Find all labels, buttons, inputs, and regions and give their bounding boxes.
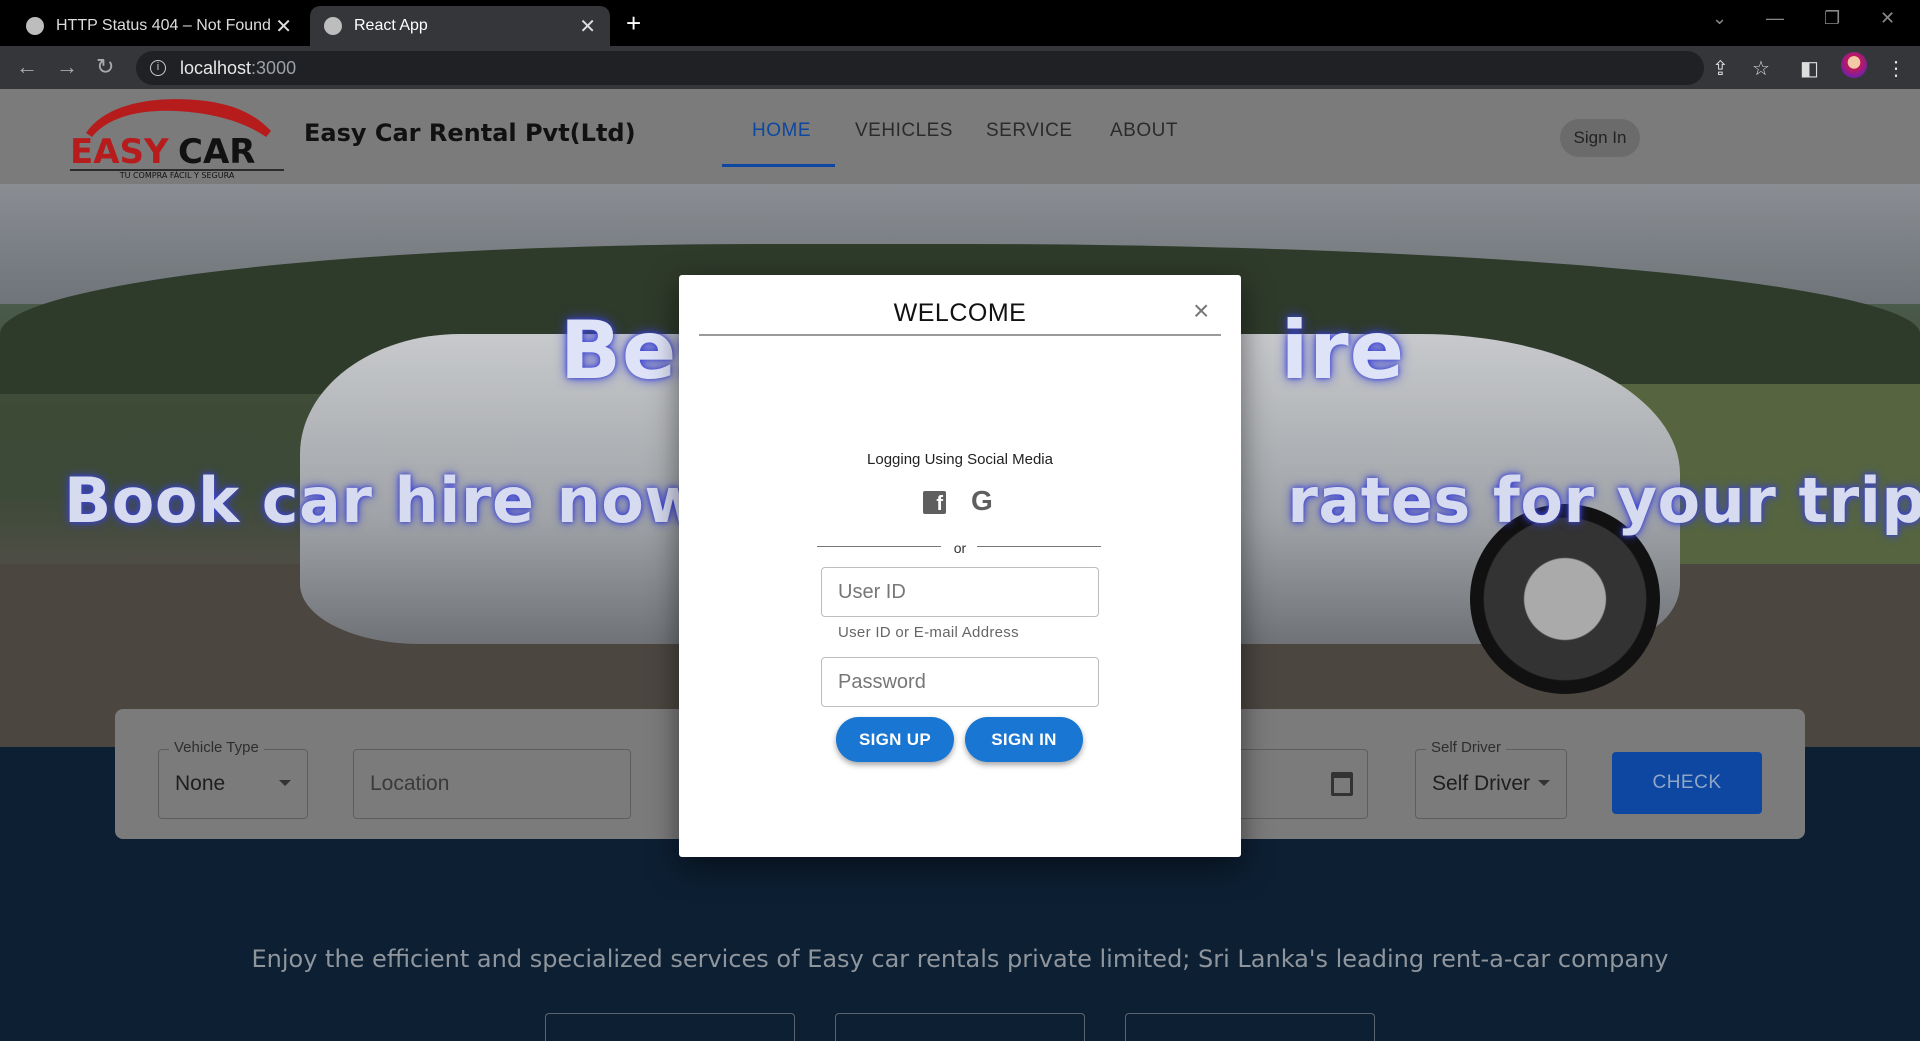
signin-button[interactable]: SIGN IN bbox=[965, 717, 1083, 762]
tab-title: React App bbox=[354, 17, 428, 34]
service-card bbox=[545, 1013, 795, 1041]
location-input[interactable]: Location bbox=[353, 749, 631, 819]
vehicle-type-select[interactable]: Vehicle Type None bbox=[158, 739, 308, 819]
close-window-icon[interactable]: ✕ bbox=[1880, 8, 1895, 29]
close-icon[interactable]: × bbox=[1193, 295, 1209, 327]
logo-tagline: TU COMPRA FÁCIL Y SEGURA bbox=[119, 169, 235, 180]
signup-button[interactable]: SIGN UP bbox=[836, 717, 954, 762]
driver-select[interactable]: Self Driver Self Driver bbox=[1415, 739, 1567, 819]
title-divider bbox=[699, 334, 1221, 336]
dropdown-caret-icon bbox=[1538, 780, 1550, 786]
userid-helper-text: User ID or E-mail Address bbox=[838, 624, 1019, 641]
driver-label: Self Driver bbox=[1426, 739, 1507, 757]
minimize-icon[interactable]: — bbox=[1766, 8, 1784, 29]
menu-kebab-icon[interactable]: ⋮ bbox=[1886, 56, 1906, 81]
header-signin-button[interactable]: Sign In bbox=[1560, 119, 1640, 157]
brand-name: Easy Car Rental Pvt(Ltd) bbox=[304, 119, 636, 147]
tagline: Enjoy the efficient and specialized serv… bbox=[251, 945, 1669, 973]
calendar-icon[interactable] bbox=[1331, 772, 1353, 796]
nav-home[interactable]: HOME bbox=[752, 120, 811, 142]
facebook-icon[interactable]: f bbox=[923, 491, 946, 515]
restore-icon[interactable]: ❐ bbox=[1824, 8, 1840, 29]
side-panel-icon[interactable]: ◧ bbox=[1800, 56, 1819, 81]
profile-avatar[interactable] bbox=[1841, 52, 1867, 78]
browser-tab-bar: HTTP Status 404 – Not Found ✕ React App … bbox=[0, 0, 1920, 46]
url-host: localhost bbox=[180, 57, 252, 78]
service-card bbox=[1125, 1013, 1375, 1041]
nav-about[interactable]: ABOUT bbox=[1110, 120, 1178, 142]
globe-icon bbox=[26, 17, 44, 35]
social-caption: Logging Using Social Media bbox=[867, 451, 1053, 468]
dropdown-caret-icon bbox=[279, 780, 291, 786]
url-port: :3000 bbox=[251, 57, 297, 78]
bookmark-star-icon[interactable]: ☆ bbox=[1752, 56, 1770, 81]
check-button[interactable]: CHECK bbox=[1612, 752, 1762, 814]
browser-tab-react-app[interactable]: React App ✕ bbox=[310, 6, 610, 46]
nav-vehicles[interactable]: VEHICLES bbox=[855, 120, 953, 142]
browser-tab-404[interactable]: HTTP Status 404 – Not Found ✕ bbox=[12, 6, 306, 46]
svg-text:CAR: CAR bbox=[178, 132, 255, 172]
date-input[interactable] bbox=[1235, 749, 1368, 819]
modal-title: WELCOME bbox=[893, 299, 1027, 327]
google-icon[interactable]: G bbox=[971, 485, 993, 517]
login-modal: WELCOME × Logging Using Social Media f G… bbox=[679, 275, 1241, 857]
or-divider-text: or bbox=[953, 540, 967, 556]
tab-title: HTTP Status 404 – Not Found bbox=[56, 17, 271, 34]
password-input[interactable]: Password bbox=[821, 657, 1099, 707]
address-bar[interactable]: i localhost:3000 bbox=[136, 51, 1704, 85]
globe-icon bbox=[324, 17, 342, 35]
tab-search-icon[interactable]: ⌄ bbox=[1712, 8, 1727, 29]
easy-car-logo[interactable]: EASY CAR TU COMPRA FÁCIL Y SEGURA bbox=[66, 93, 288, 181]
service-card bbox=[835, 1013, 1085, 1041]
userid-input[interactable]: User ID bbox=[821, 567, 1099, 617]
new-tab-icon[interactable]: + bbox=[626, 6, 641, 40]
share-icon[interactable]: ⇪ bbox=[1712, 56, 1729, 81]
site-header: EASY CAR TU COMPRA FÁCIL Y SEGURA Easy C… bbox=[0, 89, 1920, 184]
svg-text:EASY: EASY bbox=[70, 132, 169, 172]
nav-service[interactable]: SERVICE bbox=[986, 120, 1073, 142]
back-icon[interactable]: ← bbox=[16, 54, 38, 80]
nav-active-indicator bbox=[722, 164, 835, 167]
close-tab-icon[interactable]: ✕ bbox=[579, 14, 596, 39]
close-tab-icon[interactable]: ✕ bbox=[275, 14, 292, 39]
vehicle-type-label: Vehicle Type bbox=[169, 739, 264, 757]
info-icon[interactable]: i bbox=[150, 60, 166, 76]
reload-icon[interactable]: ↻ bbox=[96, 54, 114, 80]
browser-toolbar: ← → ↻ i localhost:3000 ⇪ ☆ ◧ ⋮ bbox=[0, 46, 1920, 89]
or-divider-right bbox=[977, 546, 1101, 547]
forward-icon[interactable]: → bbox=[56, 54, 78, 80]
